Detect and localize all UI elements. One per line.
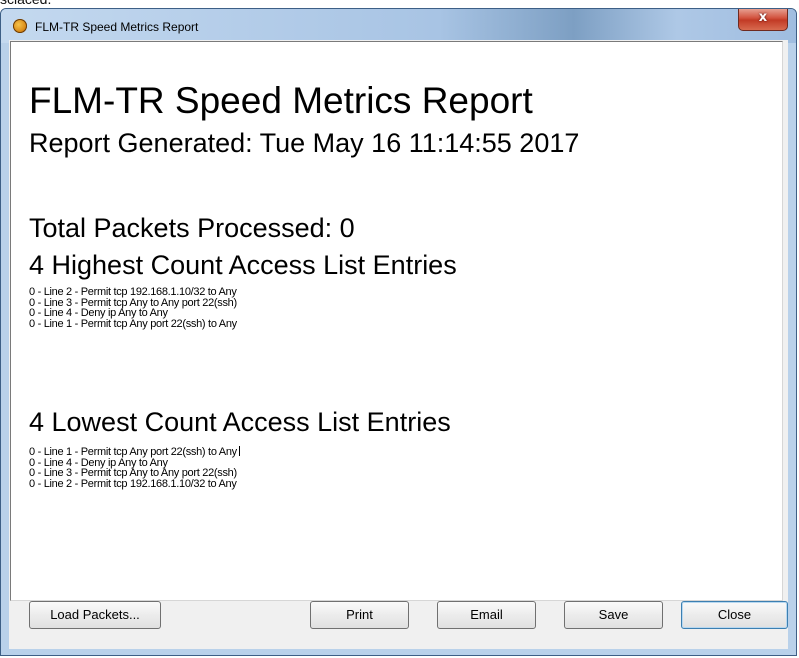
list-item: 0 - Line 3 - Permit tcp Any to Any port …: [29, 467, 237, 479]
total-packets-processed: Total Packets Processed: 0: [29, 213, 355, 243]
lowest-entries-title: 4 Lowest Count Access List Entries: [29, 407, 451, 437]
highest-entries-title: 4 Highest Count Access List Entries: [29, 250, 457, 280]
app-shield-icon: [13, 19, 27, 33]
dialog-client-area: FLM-TR Speed Metrics Report Report Gener…: [9, 40, 788, 649]
list-item: 0 - Line 2 - Permit tcp 192.168.1.10/32 …: [29, 286, 237, 298]
close-button[interactable]: Close: [681, 601, 788, 629]
text-caret: [238, 446, 240, 456]
load-packets-button[interactable]: Load Packets...: [29, 601, 161, 629]
close-icon: x: [758, 10, 768, 25]
list-item: 0 - Line 2 - Permit tcp 192.168.1.10/32 …: [29, 477, 237, 490]
window-close-button[interactable]: x: [738, 9, 788, 31]
background-text-strip: sciaced.: [0, 0, 799, 8]
report-generated-timestamp: Report Generated: Tue May 16 11:14:55 20…: [29, 128, 580, 158]
list-item: 0 - Line 1 - Permit tcp Any port 22(ssh)…: [29, 446, 240, 458]
print-button[interactable]: Print: [310, 601, 409, 629]
window-title: FLM-TR Speed Metrics Report: [35, 20, 199, 34]
list-item: 0 - Line 1 - Permit tcp Any port 22(ssh)…: [29, 317, 237, 330]
email-button[interactable]: Email: [437, 601, 536, 629]
save-button[interactable]: Save: [564, 601, 663, 629]
list-item: 0 - Line 4 - Deny ip Any to Any: [29, 307, 168, 319]
report-window: FLM-TR Speed Metrics Report x FLM-TR Spe…: [0, 8, 797, 656]
report-text-area[interactable]: FLM-TR Speed Metrics Report Report Gener…: [10, 41, 783, 601]
report-heading: FLM-TR Speed Metrics Report: [29, 80, 533, 121]
highest-entries-list: 0 - Line 2 - Permit tcp 192.168.1.10/32 …: [29, 287, 237, 329]
title-bar[interactable]: FLM-TR Speed Metrics Report x: [1, 9, 796, 43]
lowest-entries-list: 0 - Line 1 - Permit tcp Any port 22(ssh)…: [29, 446, 240, 489]
